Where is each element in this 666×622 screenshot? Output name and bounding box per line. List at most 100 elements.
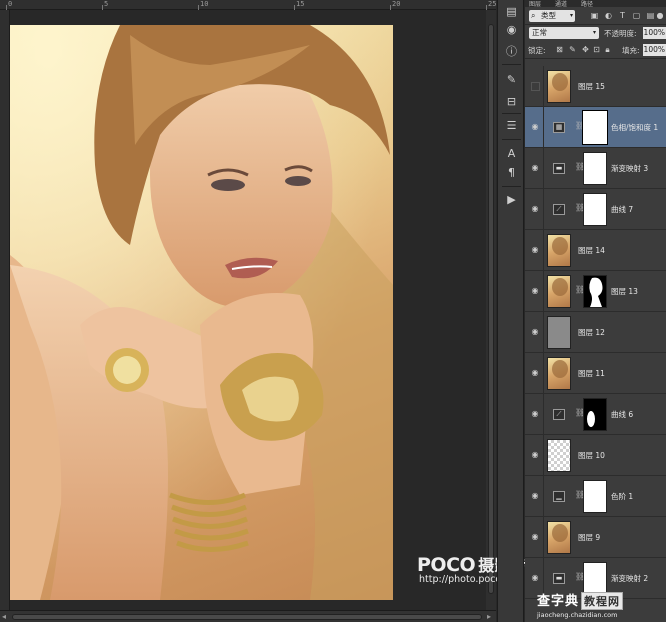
character-panel-icon[interactable]: A — [504, 146, 519, 161]
ruler-label: 20 — [392, 0, 401, 8]
levels-adjustment-icon[interactable]: ▁ — [553, 491, 565, 502]
watermark-brand: POCO — [417, 554, 476, 576]
lock-row: 锁定: ⊠ ✎ ✥ ⊡ 🔒︎ 填充: 100% — [525, 42, 666, 59]
shape-filter-icon[interactable]: ▢ — [631, 11, 642, 21]
layer-filter-row: ⌕ 类型 ▾ ▣ ◐ T ▢ ▤ ● — [525, 7, 666, 25]
layer-mask-thumbnail[interactable] — [583, 193, 607, 226]
layer-row[interactable]: ◉ ⛓ 图层 13 — [525, 271, 666, 312]
layer-thumbnail[interactable] — [547, 521, 571, 554]
eye-icon[interactable]: ◉ — [529, 203, 541, 215]
eye-icon[interactable]: ◉ — [529, 572, 541, 584]
lock-all-icon[interactable]: 🔒︎ — [603, 45, 612, 55]
eye-icon[interactable]: ◉ — [529, 121, 541, 133]
layer-row[interactable]: ◉ ▁ ⛓ 色阶 1 — [525, 476, 666, 517]
curves-adjustment-icon[interactable]: ⟋ — [553, 409, 565, 420]
layer-row[interactable]: ◉ ▬ ⛓ 渐变映射 3 — [525, 148, 666, 189]
layer-mask-thumbnail[interactable] — [583, 275, 607, 308]
adjustment-filter-icon[interactable]: ◐ — [603, 11, 614, 21]
layer-thumbnail[interactable] — [547, 275, 571, 308]
lock-transparent-icon[interactable]: ⊠ — [555, 45, 564, 55]
layer-row[interactable]: ◉ ⟋ ⛓ 曲线 6 — [525, 394, 666, 435]
horizontal-scrollbar[interactable]: ◂ ▸ — [0, 610, 496, 622]
gradient-adjustment-icon[interactable]: ▬ — [553, 163, 565, 174]
eye-icon[interactable]: ◉ — [529, 531, 541, 543]
vertical-ruler — [0, 10, 10, 610]
scroll-left-arrow-icon[interactable]: ◂ — [2, 612, 6, 621]
layer-row[interactable]: ◉ 图层 10 — [525, 435, 666, 476]
layer-row[interactable]: ◉ 图层 14 — [525, 230, 666, 271]
chevron-down-icon: ▾ — [592, 29, 596, 36]
scroll-right-arrow-icon[interactable]: ▸ — [487, 612, 491, 621]
lock-image-icon[interactable]: ✎ — [568, 45, 577, 55]
filter-toggle-icon[interactable]: ● — [656, 11, 664, 21]
layers-panel: 图层 通道 路径 ⌕ 类型 ▾ ▣ ◐ T ▢ ▤ ● 正常 ▾ 不透明度: 1… — [525, 0, 666, 622]
gradient-adjustment-icon[interactable]: ▬ — [553, 573, 565, 584]
opacity-field[interactable]: 100% — [643, 27, 666, 39]
smart-object-filter-icon[interactable]: ▤ — [645, 11, 656, 21]
layer-row[interactable]: ◉ ⟋ ⛓ 曲线 7 — [525, 189, 666, 230]
layer-row[interactable]: 图层 15 — [525, 66, 666, 107]
document-image[interactable] — [10, 25, 393, 600]
layer-row[interactable]: ◉ ▦ ⛓ 色相/饱和度 1 — [525, 107, 666, 148]
lock-position-icon[interactable]: ✥ — [581, 45, 590, 55]
eye-icon[interactable]: ◉ — [529, 244, 541, 256]
layer-name: 图层 13 — [611, 287, 638, 296]
eye-icon[interactable]: ◉ — [529, 162, 541, 174]
eye-icon[interactable]: ◉ — [529, 367, 541, 379]
lock-artboard-icon[interactable]: ⊡ — [592, 45, 601, 55]
ruler-label: 25 — [488, 0, 497, 8]
search-icon: ⌕ — [531, 11, 536, 20]
eye-icon[interactable]: ◉ — [529, 326, 541, 338]
panel-tabs: 图层 通道 路径 — [525, 0, 666, 8]
layer-mask-thumbnail[interactable] — [583, 480, 607, 513]
site-watermark-text: 查字典 — [537, 594, 580, 609]
layer-mask-thumbnail[interactable] — [583, 398, 607, 431]
layer-row[interactable]: ◉ 图层 12 — [525, 312, 666, 353]
hidden-visibility-icon[interactable] — [531, 82, 540, 91]
actions-panel-icon[interactable]: ▶ — [504, 192, 519, 207]
layer-name: 曲线 6 — [611, 410, 634, 419]
lock-label: 锁定: — [528, 46, 546, 55]
layer-mask-thumbnail[interactable] — [583, 152, 607, 185]
layer-name: 色阶 1 — [611, 492, 634, 501]
paragraph-panel-icon[interactable]: ¶ — [504, 165, 519, 180]
portrait-illustration — [10, 25, 393, 600]
layer-row[interactable]: ◉ 图层 11 — [525, 353, 666, 394]
layer-row[interactable]: ◉ 图层 9 — [525, 517, 666, 558]
eye-icon[interactable]: ◉ — [529, 408, 541, 420]
color-panel-icon[interactable]: ◉ — [504, 22, 519, 37]
site-watermark-url: jiaocheng.chazidian.com — [537, 611, 618, 619]
brush-panel-icon[interactable]: ✎ — [504, 72, 519, 87]
eye-icon[interactable]: ◉ — [529, 490, 541, 502]
layer-mask-thumbnail[interactable] — [582, 110, 608, 145]
brush-presets-icon[interactable]: ⊟ — [504, 94, 519, 109]
layer-name: 色相/饱和度 1 — [611, 123, 659, 132]
opacity-label: 不透明度: — [604, 29, 637, 38]
layer-name: 渐变映射 3 — [611, 164, 649, 173]
info-panel-icon[interactable]: ⓘ — [504, 44, 519, 59]
history-panel-icon[interactable]: ▤ — [504, 4, 519, 19]
filter-type-dropdown[interactable]: ⌕ 类型 ▾ — [529, 10, 575, 22]
blend-mode-value: 正常 — [532, 28, 547, 37]
horizontal-scroll-thumb[interactable] — [12, 614, 482, 620]
horizontal-ruler: 0 5 10 15 20 25 — [0, 0, 496, 10]
curves-adjustment-icon[interactable]: ⟋ — [553, 204, 565, 215]
layer-thumbnail[interactable] — [547, 70, 571, 103]
vertical-scroll-thumb[interactable] — [488, 24, 494, 594]
layer-thumbnail[interactable] — [547, 234, 571, 267]
chevron-down-icon: ▾ — [569, 12, 573, 19]
eye-icon[interactable]: ◉ — [529, 449, 541, 461]
hue-adjustment-icon[interactable]: ▦ — [553, 122, 565, 133]
vertical-scrollbar[interactable] — [486, 10, 496, 610]
blend-mode-dropdown[interactable]: 正常 ▾ — [529, 27, 599, 39]
layer-thumbnail[interactable] — [547, 357, 571, 390]
eye-icon[interactable]: ◉ — [529, 285, 541, 297]
type-filter-icon[interactable]: T — [617, 11, 628, 21]
image-filter-icon[interactable]: ▣ — [589, 11, 600, 21]
filter-type-label: 类型 — [541, 11, 556, 20]
layer-thumbnail[interactable] — [547, 316, 571, 349]
blend-row: 正常 ▾ 不透明度: 100% — [525, 25, 666, 42]
fill-field[interactable]: 100% — [643, 44, 666, 56]
layer-thumbnail[interactable] — [547, 439, 571, 472]
layer-comps-icon[interactable]: ☰ — [504, 118, 519, 133]
